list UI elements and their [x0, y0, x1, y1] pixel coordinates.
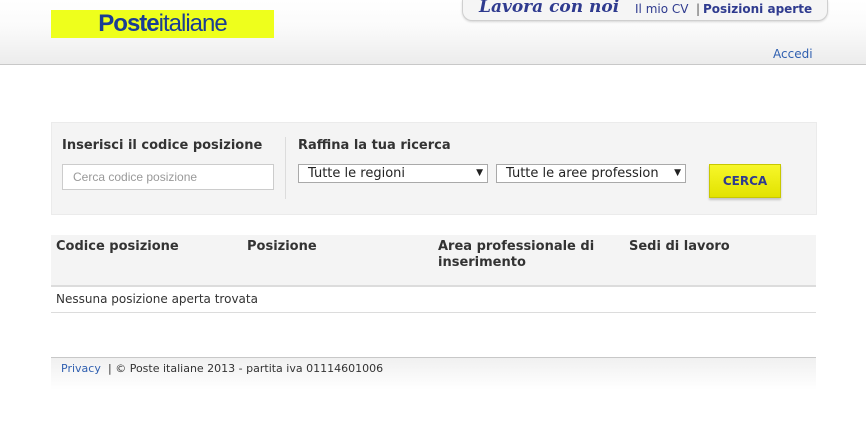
il-mio-cv-link[interactable]: Il mio CV [635, 2, 688, 16]
cerca-button[interactable]: CERCA [709, 164, 781, 198]
regions-select-value: Tutte le regioni [308, 166, 405, 181]
regions-select[interactable]: Tutte le regioni ▼ [298, 164, 488, 183]
site-header: Poste italiane Lavora con noi Il mio CV |… [0, 0, 866, 65]
triangle-down-icon: ▼ [476, 168, 483, 178]
refine-label: Raffina la tua ricerca [298, 138, 451, 153]
column-header-area: Area professionale di inserimento [438, 239, 595, 270]
results-table-header: Codice posizione Posizione Area professi… [51, 235, 816, 287]
triangle-down-icon: ▼ [674, 168, 681, 178]
code-search-input[interactable] [62, 164, 274, 190]
logo-text-bold: Poste [98, 10, 159, 37]
empty-results-message: Nessuna posizione aperta trovata [56, 292, 258, 306]
column-header-posizione: Posizione [247, 239, 317, 254]
areas-select-value: Tutte le aree profession [506, 166, 659, 181]
posizioni-aperte-link[interactable]: Posizioni aperte [703, 2, 812, 16]
code-label: Inserisci il codice posizione [62, 138, 263, 153]
column-header-sedi: Sedi di lavoro [629, 239, 730, 254]
logo-text-light: italiane [158, 10, 228, 37]
copyright-text: | © Poste italiane 2013 - partita iva 01… [108, 362, 384, 375]
privacy-link[interactable]: Privacy [61, 362, 101, 375]
poste-italiane-logo[interactable]: Poste italiane [51, 10, 274, 38]
lavora-con-noi-title[interactable]: Lavora con noi [479, 0, 619, 17]
site-footer: Privacy | © Poste italiane 2013 - partit… [51, 357, 816, 390]
nav-separator: | [696, 2, 701, 16]
top-nav-tab: Lavora con noi Il mio CV | Posizioni ape… [462, 0, 828, 21]
areas-select[interactable]: Tutte le aree profession ▼ [496, 164, 686, 183]
panel-divider [285, 137, 286, 199]
search-panel: Inserisci il codice posizione Raffina la… [51, 122, 817, 215]
column-header-codice: Codice posizione [56, 239, 179, 254]
table-row: Nessuna posizione aperta trovata [51, 287, 816, 313]
accedi-link[interactable]: Accedi [773, 47, 813, 61]
